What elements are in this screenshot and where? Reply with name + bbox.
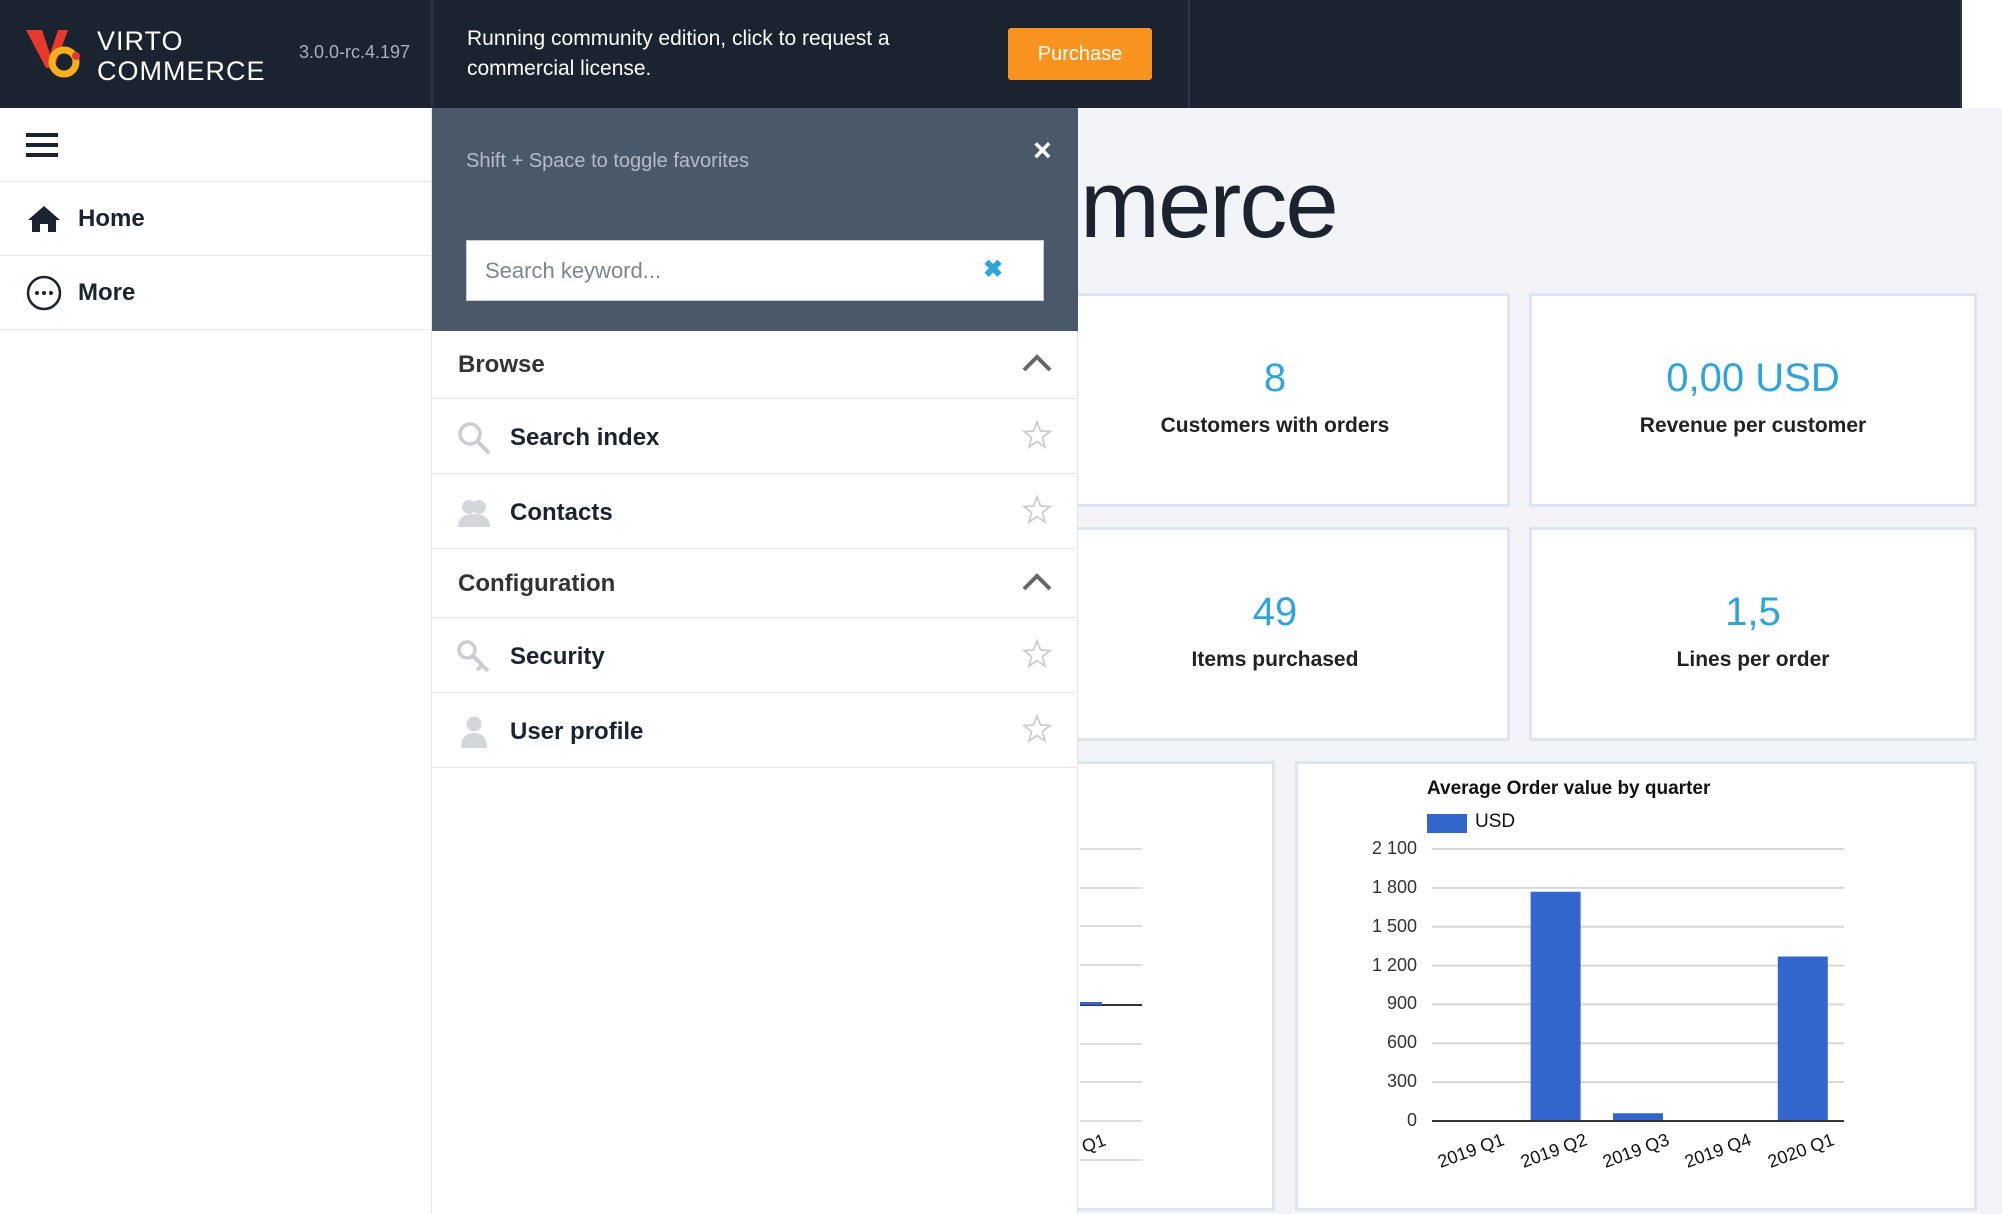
favorite-item-security[interactable]: Security — [432, 619, 1078, 693]
bar[interactable] — [1777, 956, 1828, 1121]
section-browse[interactable]: Browse — [432, 331, 1078, 399]
y-tick-label: 2 100 — [1371, 838, 1417, 858]
star-icon[interactable] — [1022, 714, 1052, 744]
panel-header: Shift + Space to toggle favorites × ✖ — [432, 108, 1078, 331]
key-icon — [457, 640, 490, 673]
contacts-icon — [458, 500, 490, 527]
favorite-item-contacts[interactable]: Contacts — [432, 475, 1078, 549]
y-tick-label: 1 200 — [1371, 954, 1417, 975]
y-tick-label: 0 — [1406, 1110, 1417, 1130]
y-tick-label: 900 — [1386, 993, 1417, 1014]
y-tick-label: 600 — [1386, 1032, 1417, 1053]
y-tick-label: 300 — [1386, 1071, 1417, 1092]
item-label: Security — [510, 643, 605, 670]
favorite-item-user-profile[interactable]: User profile — [432, 694, 1078, 768]
bar[interactable] — [1613, 1113, 1663, 1121]
clear-icon[interactable]: ✖ — [983, 255, 1003, 284]
y-tick-label: 1 800 — [1371, 876, 1417, 897]
y-tick-label: 1 500 — [1371, 915, 1417, 936]
star-icon[interactable] — [1022, 495, 1052, 525]
item-label: User profile — [510, 718, 644, 745]
item-label: Search index — [510, 424, 660, 451]
user-icon — [461, 716, 487, 748]
star-icon[interactable] — [1022, 639, 1052, 669]
favorite-item-search-index[interactable]: Search index — [432, 400, 1078, 474]
bar[interactable] — [1530, 891, 1581, 1121]
search-icon — [458, 422, 491, 455]
star-icon[interactable] — [1022, 420, 1052, 450]
section-title: Browse — [458, 351, 545, 378]
item-label: Contacts — [510, 499, 613, 526]
section-configuration[interactable]: Configuration — [432, 550, 1078, 618]
section-title: Configuration — [458, 570, 616, 597]
chevron-up-icon[interactable] — [1022, 353, 1052, 373]
search-input[interactable] — [467, 241, 947, 300]
search-box: ✖ — [466, 240, 1044, 301]
chevron-up-icon[interactable] — [1022, 572, 1052, 592]
close-icon[interactable]: × — [1033, 132, 1052, 169]
favorites-panel: Shift + Space to toggle favorites × ✖ Br… — [432, 108, 1078, 1214]
favorites-hint: Shift + Space to toggle favorites — [466, 150, 749, 172]
